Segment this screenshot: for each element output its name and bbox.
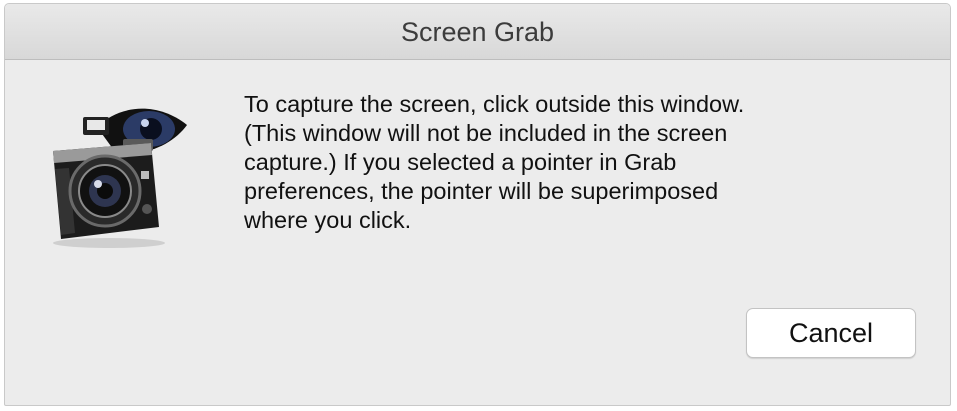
- dialog-message: To capture the screen, click outside thi…: [244, 91, 745, 233]
- dialog-title: Screen Grab: [400, 17, 555, 47]
- dialog-titlebar[interactable]: Screen Grab: [5, 4, 950, 60]
- cancel-button[interactable]: Cancel: [746, 308, 916, 358]
- screen-grab-dialog: Screen Grab To capture the screen, click…: [4, 3, 951, 406]
- grab-camera-icon: [39, 99, 197, 249]
